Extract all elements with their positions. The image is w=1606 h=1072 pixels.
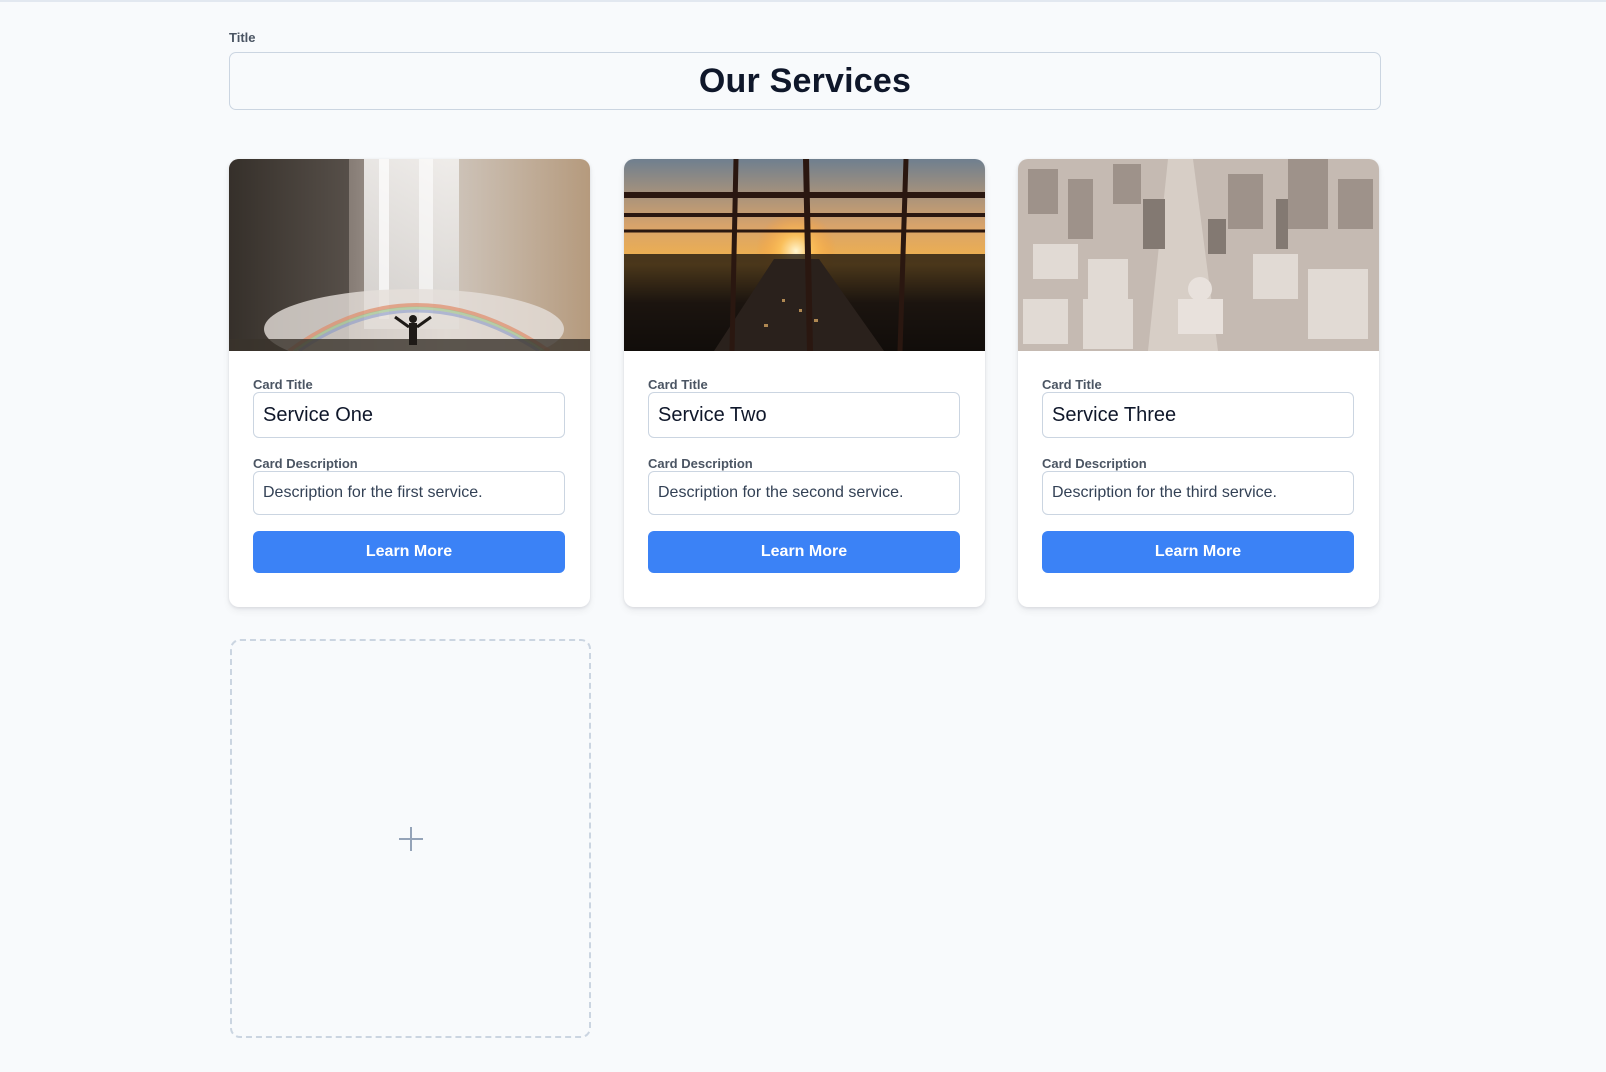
learn-more-button[interactable]: Learn More bbox=[648, 531, 960, 573]
card-description-input[interactable]: Description for the third service. bbox=[1042, 471, 1354, 515]
card-title-input[interactable]: Service Three bbox=[1042, 392, 1354, 438]
service-card: Card Title Service One Card Description … bbox=[229, 159, 590, 607]
card-body: Card Title Service Two Card Description … bbox=[624, 351, 985, 607]
card-body: Card Title Service One Card Description … bbox=[229, 351, 590, 607]
card-description-label: Card Description bbox=[253, 456, 358, 471]
title-input[interactable]: Our Services bbox=[229, 52, 1381, 110]
card-body: Card Title Service Three Card Descriptio… bbox=[1018, 351, 1379, 607]
card-title-label: Card Title bbox=[648, 377, 708, 392]
top-divider bbox=[0, 0, 1606, 2]
highway-sunset-photo bbox=[624, 159, 985, 351]
card-description-input[interactable]: Description for the first service. bbox=[253, 471, 565, 515]
service-cards-grid: Card Title Service One Card Description … bbox=[229, 159, 1381, 607]
service-card: Card Title Service Three Card Descriptio… bbox=[1018, 159, 1379, 607]
plus-icon bbox=[398, 826, 423, 851]
card-title-input[interactable]: Service One bbox=[253, 392, 565, 438]
add-card-button[interactable] bbox=[230, 639, 591, 1038]
card-title-label: Card Title bbox=[253, 377, 313, 392]
card-description-input[interactable]: Description for the second service. bbox=[648, 471, 960, 515]
learn-more-button[interactable]: Learn More bbox=[1042, 531, 1354, 573]
service-card: Card Title Service Two Card Description … bbox=[624, 159, 985, 607]
learn-more-button[interactable]: Learn More bbox=[253, 531, 565, 573]
card-description-label: Card Description bbox=[648, 456, 753, 471]
card-description-label: Card Description bbox=[1042, 456, 1147, 471]
card-title-input[interactable]: Service Two bbox=[648, 392, 960, 438]
city-aerial-photo bbox=[1018, 159, 1379, 351]
title-field-label: Title bbox=[229, 30, 256, 45]
card-title-label: Card Title bbox=[1042, 377, 1102, 392]
waterfall-rainbow-photo bbox=[229, 159, 590, 351]
